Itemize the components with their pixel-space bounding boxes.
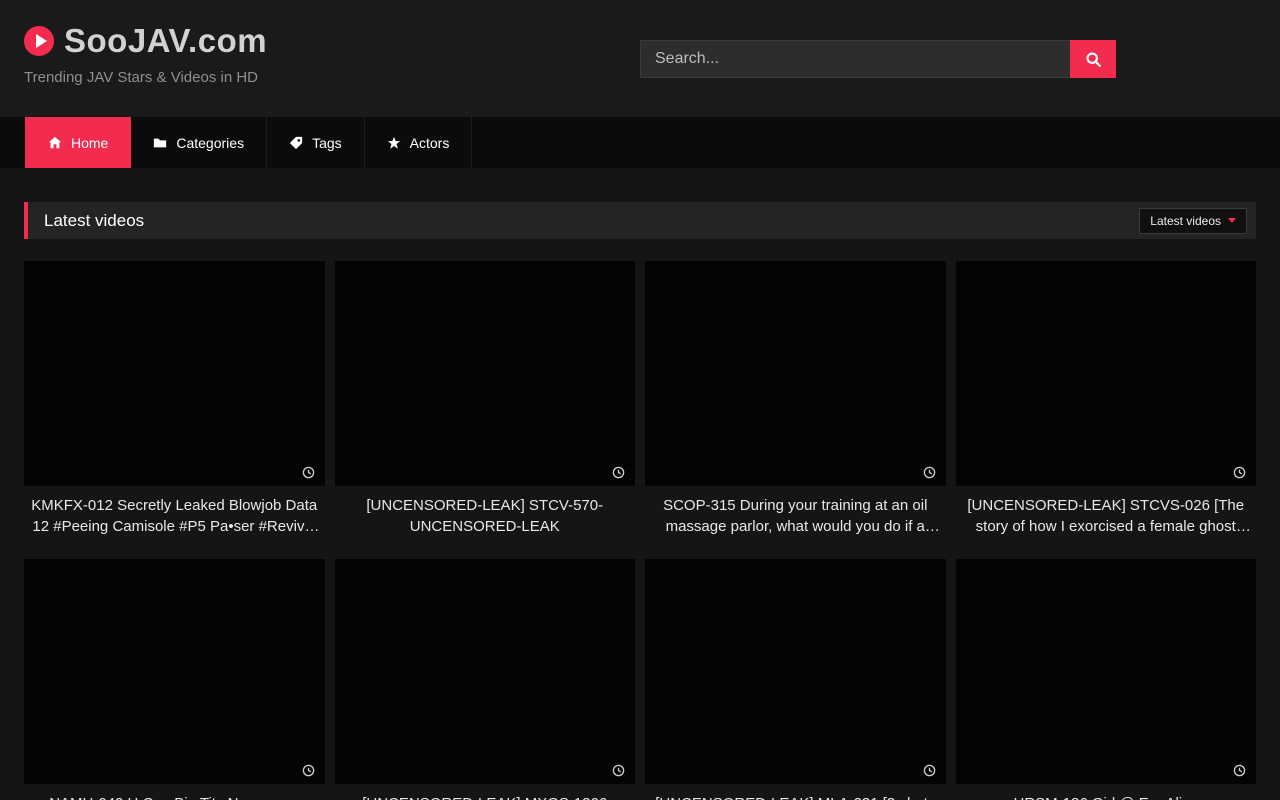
search-input[interactable]: [640, 40, 1070, 78]
nav-item-label: Tags: [312, 135, 342, 151]
video-card[interactable]: [UNCENSORED-LEAK] MLA-231 [3 shots in: [645, 559, 946, 800]
search-bar: [640, 40, 1116, 78]
nav-item-home[interactable]: Home: [25, 117, 131, 168]
sort-dropdown-label: Latest videos: [1150, 214, 1221, 228]
home-icon: [48, 136, 62, 150]
video-card[interactable]: NAMH-042 H Cup Big Tits Newcomer (170cm …: [24, 559, 325, 800]
search-button[interactable]: [1070, 40, 1116, 78]
video-title[interactable]: [UNCENSORED-LEAK] MXGS-1306 Absolutely: [335, 793, 636, 800]
video-thumbnail[interactable]: [335, 261, 636, 486]
section-title: Latest videos: [44, 211, 144, 231]
nav-item-label: Categories: [176, 135, 244, 151]
site-logo[interactable]: SooJAV.com Trending JAV Stars & Videos i…: [24, 22, 267, 86]
main-content: Latest videos Latest videos KMKFX-012 Se…: [0, 202, 1280, 800]
site-logo-text: SooJAV.com: [64, 22, 267, 60]
duration-clock-icon: [302, 466, 315, 479]
folder-icon: [153, 136, 167, 150]
video-card[interactable]: KMKFX-012 Secretly Leaked Blowjob Data 1…: [24, 261, 325, 537]
video-thumbnail[interactable]: [335, 559, 636, 784]
video-title[interactable]: [UNCENSORED-LEAK] STCVS-026 [The story o…: [956, 495, 1257, 537]
video-title[interactable]: HRSM-186 Girl @ Era Alice: [956, 793, 1257, 800]
search-icon: [1085, 51, 1102, 68]
video-title[interactable]: [UNCENSORED-LEAK] MLA-231 [3 shots in: [645, 793, 946, 800]
duration-clock-icon: [1233, 466, 1246, 479]
duration-clock-icon: [923, 466, 936, 479]
star-icon: [387, 136, 401, 150]
video-card[interactable]: [UNCENSORED-LEAK] MXGS-1306 Absolutely: [335, 559, 636, 800]
duration-clock-icon: [923, 764, 936, 777]
sort-dropdown-button[interactable]: Latest videos: [1139, 208, 1247, 234]
duration-clock-icon: [1233, 764, 1246, 777]
video-title[interactable]: KMKFX-012 Secretly Leaked Blowjob Data 1…: [24, 495, 325, 537]
nav-item-categories[interactable]: Categories: [131, 117, 267, 168]
video-thumbnail[interactable]: [956, 559, 1257, 784]
video-thumbnail[interactable]: [24, 261, 325, 486]
video-thumbnail[interactable]: [956, 261, 1257, 486]
duration-clock-icon: [302, 764, 315, 777]
nav-item-label: Home: [71, 135, 108, 151]
video-card[interactable]: [UNCENSORED-LEAK] STCV-570-UNCENSORED-LE…: [335, 261, 636, 537]
video-title[interactable]: SCOP-315 During your training at an oil …: [645, 495, 946, 537]
video-card[interactable]: [UNCENSORED-LEAK] STCVS-026 [The story o…: [956, 261, 1257, 537]
site-header: SooJAV.com Trending JAV Stars & Videos i…: [0, 0, 1280, 117]
video-thumbnail[interactable]: [645, 261, 946, 486]
tag-icon: [289, 136, 303, 150]
video-grid: KMKFX-012 Secretly Leaked Blowjob Data 1…: [24, 261, 1256, 800]
video-thumbnail[interactable]: [645, 559, 946, 784]
caret-down-icon: [1228, 218, 1236, 223]
main-nav: Home Categories Tags Actors: [0, 117, 1280, 168]
video-thumbnail[interactable]: [24, 559, 325, 784]
nav-item-tags[interactable]: Tags: [267, 117, 365, 168]
video-title[interactable]: [UNCENSORED-LEAK] STCV-570-UNCENSORED-LE…: [335, 495, 636, 537]
site-tagline: Trending JAV Stars & Videos in HD: [24, 69, 267, 86]
section-header: Latest videos Latest videos: [24, 202, 1256, 239]
video-card[interactable]: SCOP-315 During your training at an oil …: [645, 261, 946, 537]
play-logo-icon: [24, 26, 54, 56]
video-title[interactable]: NAMH-042 H Cup Big Tits Newcomer (170cm …: [24, 793, 325, 800]
nav-item-actors[interactable]: Actors: [365, 117, 473, 168]
nav-item-label: Actors: [410, 135, 450, 151]
video-card[interactable]: HRSM-186 Girl @ Era Alice: [956, 559, 1257, 800]
duration-clock-icon: [612, 764, 625, 777]
duration-clock-icon: [612, 466, 625, 479]
